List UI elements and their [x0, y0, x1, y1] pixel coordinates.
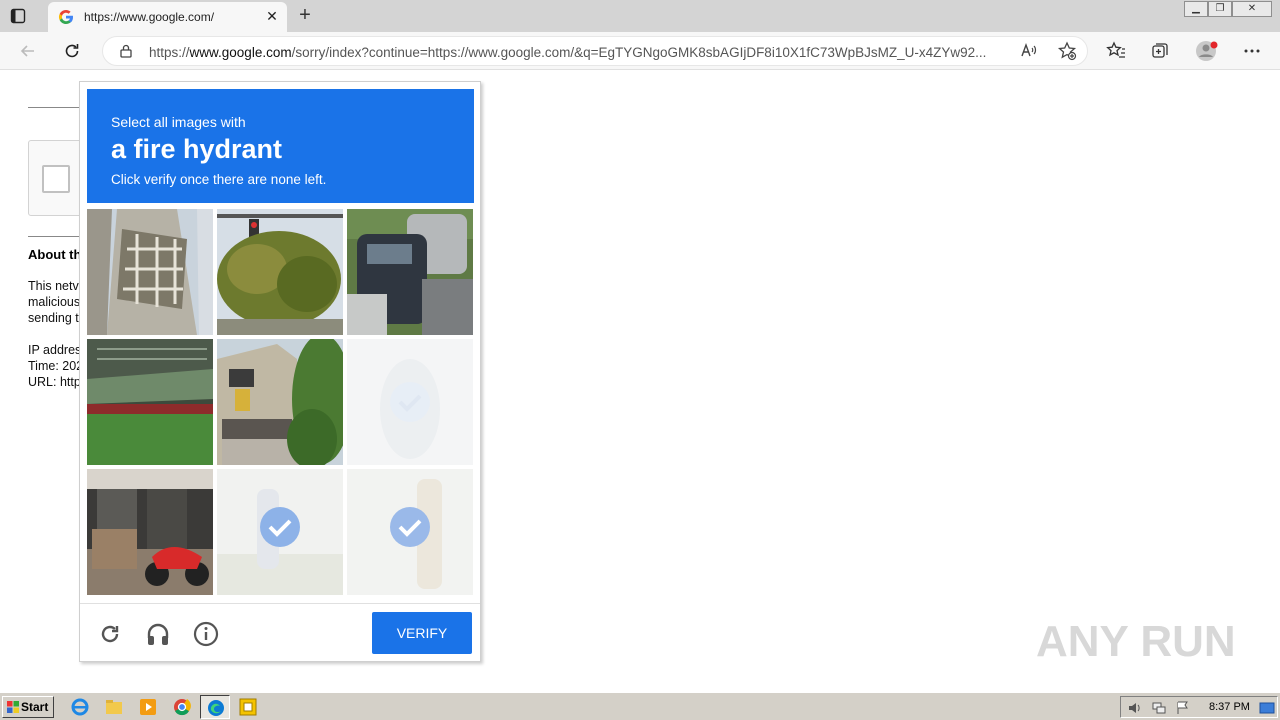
add-favorite-icon[interactable]: [1057, 41, 1077, 61]
captcha-tile-9[interactable]: [347, 469, 473, 595]
more-menu-icon[interactable]: [1242, 41, 1262, 61]
lock-icon[interactable]: [119, 44, 133, 58]
tab-actions-icon[interactable]: [10, 8, 26, 24]
tab-title: https://www.google.com/: [84, 10, 215, 24]
app-window-icon[interactable]: [238, 697, 258, 717]
internet-explorer-icon[interactable]: [70, 697, 90, 717]
favorites-icon[interactable]: [1106, 41, 1126, 61]
media-player-icon[interactable]: [138, 697, 158, 717]
tile-image: [87, 469, 213, 595]
verify-button[interactable]: VERIFY: [372, 612, 472, 654]
profile-avatar-icon[interactable]: [1194, 39, 1220, 63]
tab-close-icon[interactable]: ✕: [264, 8, 280, 24]
back-arrow-icon[interactable]: [18, 41, 38, 61]
edge-icon: [208, 700, 224, 716]
browser-tab-strip: https://www.google.com/ ✕ + ▁ ❐ ✕: [0, 0, 1280, 32]
instruction-text: Select all images with: [111, 114, 246, 130]
captcha-tile-4[interactable]: [87, 339, 213, 465]
url-domain: www.google.com: [189, 45, 292, 60]
captcha-tile-2[interactable]: [217, 209, 343, 335]
captcha-tile-6[interactable]: [347, 339, 473, 465]
recaptcha-checkbox[interactable]: [42, 165, 70, 193]
read-aloud-icon[interactable]: [1019, 41, 1039, 61]
tile-image: [217, 209, 343, 335]
show-desktop-icon[interactable]: [1259, 700, 1275, 716]
page-text-line: IP addres: [28, 343, 82, 357]
tile-image: [87, 209, 213, 335]
url-text[interactable]: https://www.google.com/sorry/index?conti…: [149, 45, 1011, 60]
taskbar-clock[interactable]: 8:37 PM: [1209, 701, 1250, 713]
anyrun-watermark-logo: ANY RUN: [1036, 617, 1236, 666]
collections-icon[interactable]: [1150, 41, 1170, 61]
volume-icon[interactable]: [1127, 700, 1143, 716]
page-text-line: Time: 202: [28, 359, 84, 373]
page-text-line: URL: http: [28, 375, 81, 389]
page-text-line: malicious: [28, 295, 81, 309]
target-object-text: a fire hydrant: [111, 134, 283, 164]
tile-image: [87, 339, 213, 465]
tile-image: [217, 339, 343, 465]
url-prefix: https://: [149, 45, 190, 60]
restore-button[interactable]: ❐: [1208, 1, 1232, 17]
browser-toolbar: https://www.google.com/sorry/index?conti…: [0, 32, 1280, 70]
url-rest: /sorry/index?continue=https://www.google…: [291, 45, 987, 60]
action-center-flag-icon[interactable]: [1175, 700, 1191, 716]
new-tab-button[interactable]: +: [296, 5, 314, 25]
refresh-icon[interactable]: [62, 41, 82, 61]
windows-flag-icon: [7, 701, 19, 713]
chrome-icon[interactable]: [172, 697, 192, 717]
watermark-text: ANY RUN: [1036, 617, 1236, 666]
captcha-tile-8[interactable]: [217, 469, 343, 595]
page-text-line: This netv: [28, 279, 79, 293]
address-bar[interactable]: https://www.google.com/sorry/index?conti…: [102, 36, 1088, 66]
tile-image: [347, 339, 473, 465]
start-button[interactable]: Start: [2, 696, 54, 718]
about-heading: About th: [28, 247, 82, 262]
edge-taskbar-button[interactable]: [200, 695, 230, 719]
footer-divider: [80, 603, 480, 604]
captcha-tile-1[interactable]: [87, 209, 213, 335]
close-window-button[interactable]: ✕: [1232, 1, 1272, 17]
minimize-button[interactable]: ▁: [1184, 1, 1208, 17]
page-text-line: sending t: [28, 311, 79, 325]
google-favicon-icon: [58, 10, 73, 24]
network-icon[interactable]: [1151, 700, 1167, 716]
file-explorer-icon[interactable]: [104, 697, 124, 717]
info-icon[interactable]: [192, 620, 220, 648]
tile-image: [347, 469, 473, 595]
captcha-tile-7[interactable]: [87, 469, 213, 595]
browser-tab[interactable]: https://www.google.com/ ✕: [48, 2, 287, 32]
system-tray: 8:37 PM: [1120, 696, 1278, 718]
tile-image: [217, 469, 343, 595]
tile-image: [347, 209, 473, 335]
recaptcha-challenge: Select all images with a fire hydrant Cl…: [79, 81, 481, 662]
audio-challenge-icon[interactable]: [144, 620, 172, 648]
challenge-header: Select all images with a fire hydrant Cl…: [87, 89, 474, 203]
captcha-tile-3[interactable]: [347, 209, 473, 335]
captcha-tile-5[interactable]: [217, 339, 343, 465]
reload-challenge-icon[interactable]: [96, 620, 124, 648]
start-label: Start: [21, 700, 49, 714]
taskbar: Start 8:37 PM: [0, 692, 1280, 720]
instruction-subtext: Click verify once there are none left.: [111, 172, 327, 187]
